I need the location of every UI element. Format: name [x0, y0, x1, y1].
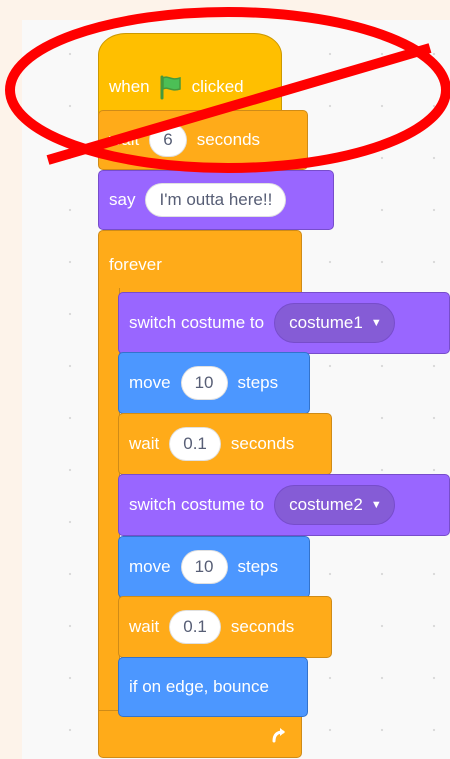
prohibition-mark — [5, 7, 450, 173]
prohibition-circle — [5, 7, 450, 173]
